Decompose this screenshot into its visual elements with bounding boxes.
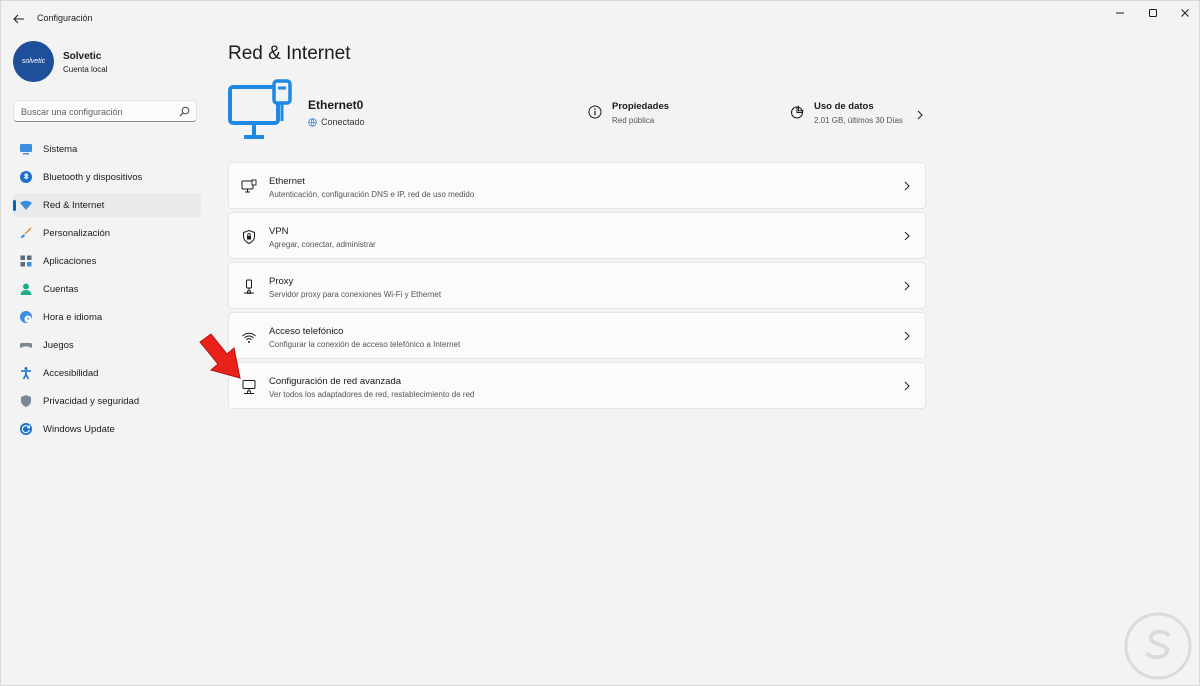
sidebar-item-label: Personalización — [43, 228, 111, 239]
card-title: VPN — [269, 226, 289, 237]
sidebar-item-juegos[interactable]: Juegos — [13, 333, 201, 357]
profile-name: Solvetic — [63, 51, 102, 62]
annotation-arrow-icon — [199, 333, 241, 379]
globe-clock-icon — [20, 311, 32, 323]
properties-link[interactable]: Propiedades Red pública — [588, 101, 728, 131]
shield-icon — [21, 395, 31, 407]
update-icon — [20, 423, 32, 435]
sidebar-item-aplicaciones[interactable]: Aplicaciones — [13, 249, 201, 273]
properties-subtitle: Red pública — [612, 116, 655, 125]
data-usage-title: Uso de datos — [814, 101, 874, 112]
ethernet-computer-icon — [228, 79, 292, 139]
properties-title: Propiedades — [612, 101, 670, 112]
card-subtitle: Servidor proxy para conexiones Wi-Fi y E… — [269, 290, 442, 299]
maximize-icon — [1149, 9, 1157, 17]
search-placeholder: Buscar una configuración — [21, 107, 123, 117]
sidebar-item-red-internet[interactable]: Red & Internet — [13, 193, 201, 217]
sidebar-item-accesibilidad[interactable]: Accesibilidad — [13, 361, 201, 385]
settings-window: Configuración solvetic Solvetic Cuenta l… — [0, 0, 1200, 686]
active-indicator — [13, 200, 16, 211]
proxy-icon — [244, 279, 254, 294]
apps-icon — [20, 255, 32, 267]
chevron-right-icon — [917, 110, 923, 120]
sidebar-item-personalizacion[interactable]: Personalización — [13, 221, 201, 245]
sidebar-item-label: Red & Internet — [43, 200, 105, 211]
sidebar-item-label: Accesibilidad — [43, 368, 99, 379]
card-configuracion-red-avanzada[interactable]: Configuración de red avanzada Ver todos … — [228, 362, 926, 409]
wifi-icon — [20, 200, 32, 210]
app-title: Configuración — [37, 13, 93, 23]
sidebar-nav: Sistema Bluetooth y dispositivos Red & I… — [13, 137, 201, 445]
close-button[interactable] — [1167, 5, 1199, 21]
connection-summary: Ethernet0 Conectado Propiedades Red públ… — [228, 79, 926, 151]
data-usage-subtitle: 2.01 GB, últimos 30 Días — [814, 116, 903, 125]
card-subtitle: Autenticación, configuración DNS e IP, r… — [269, 190, 475, 199]
gamepad-icon — [19, 343, 33, 348]
card-subtitle: Ver todos los adaptadores de red, restab… — [269, 390, 475, 399]
card-title: Ethernet — [269, 176, 305, 187]
card-ethernet[interactable]: Ethernet Autenticación, configuración DN… — [228, 162, 926, 209]
sidebar-item-sistema[interactable]: Sistema — [13, 137, 201, 161]
back-arrow-icon — [13, 14, 24, 24]
card-vpn[interactable]: VPN Agregar, conectar, administrar — [228, 212, 926, 259]
card-title: Proxy — [269, 276, 294, 287]
card-title: Acceso telefónico — [269, 326, 344, 337]
sidebar-item-label: Privacidad y seguridad — [43, 396, 140, 407]
info-icon — [588, 105, 602, 119]
sidebar-item-bluetooth[interactable]: Bluetooth y dispositivos — [13, 165, 201, 189]
page-title: Red & Internet — [228, 43, 351, 64]
search-input[interactable]: Buscar una configuración — [13, 100, 197, 122]
card-acceso-telefonico[interactable]: Acceso telefónico Configurar la conexión… — [228, 312, 926, 359]
chevron-right-icon — [904, 331, 910, 341]
sidebar-item-hora-idioma[interactable]: Hora e idioma — [13, 305, 201, 329]
search-icon — [179, 106, 190, 117]
title-bar: Configuración — [1, 1, 1199, 35]
monitor-icon — [20, 144, 32, 155]
sidebar-item-windows-update[interactable]: Windows Update — [13, 417, 201, 441]
chevron-right-icon — [904, 231, 910, 241]
sidebar-item-label: Cuentas — [43, 284, 79, 295]
chevron-right-icon — [904, 281, 910, 291]
vpn-shield-icon — [243, 229, 255, 245]
avatar-text: solvetic — [21, 58, 46, 65]
sidebar-item-label: Aplicaciones — [43, 256, 97, 267]
pie-chart-icon — [791, 105, 804, 119]
sidebar-item-label: Hora e idioma — [43, 312, 103, 323]
accessibility-icon — [21, 367, 31, 380]
minimize-button[interactable] — [1102, 5, 1138, 21]
chevron-right-icon — [904, 181, 910, 191]
sidebar-item-privacidad[interactable]: Privacidad y seguridad — [13, 389, 201, 413]
connection-name: Ethernet0 — [308, 98, 364, 112]
sidebar-item-label: Bluetooth y dispositivos — [43, 172, 143, 183]
watermark-logo-icon — [1124, 612, 1192, 680]
card-proxy[interactable]: Proxy Servidor proxy para conexiones Wi-… — [228, 262, 926, 309]
person-icon — [20, 283, 32, 295]
card-title: Configuración de red avanzada — [269, 376, 402, 387]
data-usage-link[interactable]: Uso de datos 2.01 GB, últimos 30 Días — [790, 101, 926, 131]
connection-status-text: Conectado — [321, 117, 365, 127]
brush-icon — [20, 227, 32, 238]
back-button[interactable] — [10, 10, 28, 28]
card-subtitle: Agregar, conectar, administrar — [269, 240, 376, 249]
ethernet-monitor-icon — [241, 179, 257, 193]
minimize-icon — [1116, 12, 1124, 14]
profile-account-type: Cuenta local — [63, 65, 108, 74]
settings-cards: Ethernet Autenticación, configuración DN… — [228, 162, 926, 412]
sidebar-item-cuentas[interactable]: Cuentas — [13, 277, 201, 301]
card-subtitle: Configurar la conexión de acceso telefón… — [269, 340, 461, 349]
avatar: solvetic — [13, 41, 54, 82]
sidebar-item-label: Windows Update — [43, 424, 115, 435]
sidebar-item-label: Juegos — [43, 340, 74, 351]
chevron-right-icon — [904, 381, 910, 391]
sidebar-item-label: Sistema — [43, 144, 78, 155]
close-icon — [1181, 9, 1189, 17]
connection-status: Conectado — [308, 117, 365, 127]
bluetooth-icon — [20, 171, 32, 183]
maximize-button[interactable] — [1135, 5, 1171, 21]
globe-icon — [308, 117, 317, 127]
